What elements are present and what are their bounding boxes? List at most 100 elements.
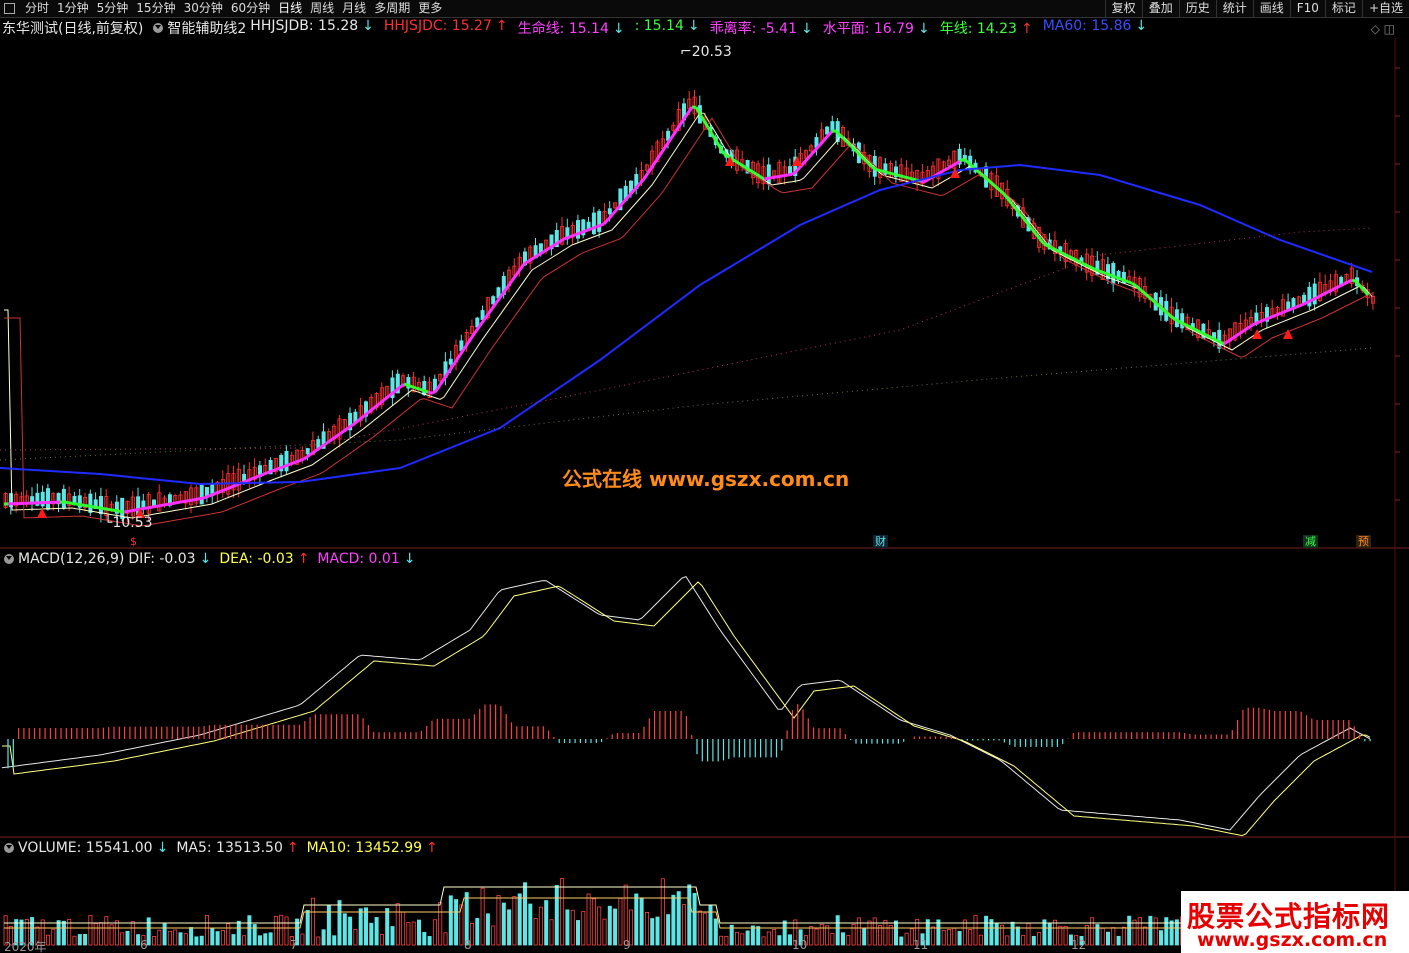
volume-bar bbox=[162, 923, 167, 946]
volume-bar bbox=[1090, 917, 1095, 946]
life-line-segment bbox=[1303, 300, 1309, 306]
volume-bar bbox=[220, 930, 225, 946]
life-line-segment bbox=[1055, 248, 1061, 254]
life-line-segment bbox=[1103, 271, 1109, 276]
candle-body bbox=[1111, 263, 1116, 285]
volume-bar bbox=[422, 932, 427, 946]
volume-bar bbox=[247, 915, 252, 946]
volume-bar bbox=[692, 893, 697, 946]
volume-bar bbox=[1037, 932, 1042, 946]
life-line-segment bbox=[67, 501, 73, 505]
life-line-segment bbox=[1127, 280, 1133, 285]
life-line-segment bbox=[1051, 246, 1057, 252]
volume-bar bbox=[1164, 917, 1169, 946]
volume-bar bbox=[841, 932, 846, 946]
life-line-segment bbox=[755, 172, 761, 178]
volume-bar bbox=[644, 911, 649, 946]
life-line-segment bbox=[95, 505, 101, 510]
life-line-segment bbox=[1071, 256, 1077, 262]
volume-bar bbox=[703, 912, 708, 946]
life-line-segment bbox=[923, 178, 929, 184]
volume-bar bbox=[878, 925, 883, 946]
volume-bar bbox=[613, 908, 618, 946]
volume-bar bbox=[528, 903, 533, 946]
life-line-segment bbox=[739, 162, 745, 168]
volume-bar bbox=[210, 928, 215, 946]
life-line-segment bbox=[147, 505, 153, 510]
watermark: 公式在线 www.gszx.com.cn bbox=[562, 467, 850, 491]
life-line-segment bbox=[1115, 275, 1121, 281]
volume-bar bbox=[83, 933, 88, 946]
life-line-segment bbox=[259, 472, 265, 477]
life-line-segment bbox=[1339, 282, 1345, 288]
candle-body bbox=[30, 496, 35, 503]
candle-body bbox=[586, 221, 591, 229]
life-line-segment bbox=[295, 459, 301, 464]
volume-bar bbox=[1026, 922, 1031, 946]
life-line-segment bbox=[159, 503, 165, 508]
volume-bar bbox=[814, 928, 819, 946]
volume-bar bbox=[978, 934, 983, 946]
volume-bar bbox=[899, 936, 904, 946]
life-line-segment bbox=[787, 172, 793, 177]
event-tag-finance[interactable]: 财 bbox=[873, 535, 888, 548]
volume-bar bbox=[1106, 931, 1111, 946]
life-line-segment bbox=[175, 500, 181, 505]
volume-bar bbox=[523, 882, 528, 946]
life-line-segment bbox=[99, 506, 105, 511]
volume-bar bbox=[337, 900, 342, 946]
event-tag-dividend[interactable]: $ bbox=[128, 535, 139, 548]
volume-bar bbox=[894, 920, 899, 946]
life-line-segment bbox=[658, 148, 666, 156]
volume-bar bbox=[56, 920, 61, 946]
life-line-segment bbox=[454, 354, 462, 362]
volume-bar bbox=[1031, 935, 1036, 946]
life-line-segment bbox=[155, 504, 161, 508]
life-line-segment bbox=[63, 500, 69, 505]
volume-bar bbox=[623, 884, 628, 946]
life-line-segment bbox=[1063, 252, 1069, 258]
volume-bar bbox=[697, 910, 702, 946]
volume-bar bbox=[1010, 921, 1015, 946]
date-tick-2: 7 bbox=[290, 938, 298, 952]
event-tag-forecast[interactable]: 预 bbox=[1356, 535, 1371, 548]
life-line-segment bbox=[567, 234, 573, 239]
life-line-segment bbox=[775, 174, 781, 179]
life-line-segment bbox=[1347, 278, 1353, 284]
life-line-segment bbox=[895, 173, 901, 178]
volume-bar bbox=[570, 909, 575, 946]
life-line-segment bbox=[283, 463, 289, 468]
life-line-segment bbox=[555, 240, 561, 246]
candle-body bbox=[46, 488, 51, 510]
volume-bar bbox=[682, 904, 687, 946]
life-line-segment bbox=[595, 224, 601, 229]
life-line-segment bbox=[478, 319, 486, 327]
life-line-segment bbox=[223, 487, 229, 492]
life-line-segment bbox=[1271, 313, 1277, 319]
volume-bar bbox=[1174, 919, 1179, 946]
life-line-segment bbox=[271, 468, 277, 473]
life-line-segment bbox=[339, 429, 345, 436]
volume-bar bbox=[1111, 927, 1116, 946]
volume-bar bbox=[825, 925, 830, 946]
volume-bar bbox=[719, 935, 724, 946]
life-line-segment bbox=[779, 174, 785, 178]
volume-bar bbox=[438, 902, 443, 946]
volume-bar bbox=[231, 934, 236, 946]
volume-bar bbox=[88, 914, 93, 946]
volume-bar bbox=[167, 930, 172, 946]
life-line-segment bbox=[291, 460, 297, 465]
life-line-segment bbox=[783, 173, 789, 178]
life-line-segment bbox=[510, 274, 518, 282]
volume-bar bbox=[650, 918, 655, 946]
life-line-segment bbox=[535, 252, 541, 258]
life-line-segment bbox=[763, 176, 769, 181]
life-line-segment bbox=[1075, 258, 1081, 264]
volume-bar bbox=[1058, 925, 1063, 946]
event-tag-reduce[interactable]: 减 bbox=[1303, 535, 1318, 548]
life-line-segment bbox=[751, 170, 757, 176]
volume-bar bbox=[268, 932, 273, 946]
life-line-segment bbox=[423, 389, 429, 394]
life-line-segment bbox=[1183, 322, 1189, 328]
volume-bar bbox=[1137, 917, 1142, 946]
